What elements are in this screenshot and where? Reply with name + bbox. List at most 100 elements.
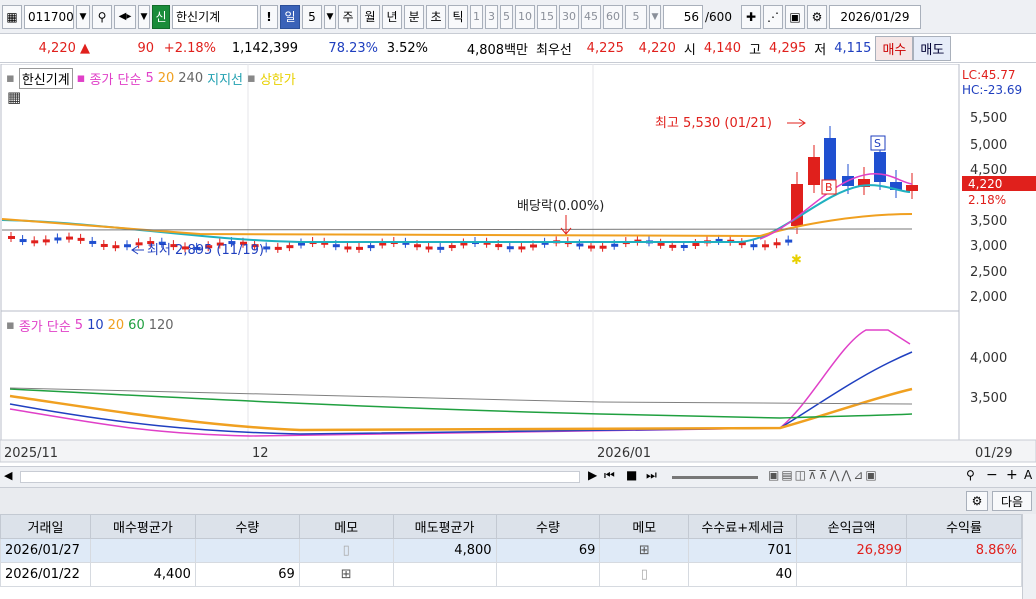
last-page-icon[interactable]: ⏭	[646, 468, 657, 483]
memo-edit-icon[interactable]: ⊞	[298, 562, 394, 587]
low-label: 저	[814, 43, 827, 58]
minute-30[interactable]: 30	[559, 4, 579, 29]
legend-ma10[interactable]: 10	[87, 318, 104, 333]
candle-body	[750, 244, 758, 248]
legend-support[interactable]: 지지선	[207, 69, 243, 88]
legend-ma-label[interactable]: 종가 단순	[89, 69, 141, 88]
legend-limit-up[interactable]: 상한가	[260, 69, 296, 88]
candle-body	[263, 246, 271, 250]
legend-ma-label[interactable]: 종가 단순	[19, 316, 71, 335]
legend-stock-name[interactable]: 한신기계	[18, 68, 73, 89]
period-week[interactable]: 주	[338, 4, 358, 29]
candle-body	[77, 237, 85, 241]
period-day[interactable]: 일	[280, 4, 300, 29]
minute-45[interactable]: 45	[581, 4, 601, 29]
chart-area[interactable]: 5,500 5,000 4,500 3,500 3,000 2,500 2,00…	[0, 64, 1036, 466]
gear-icon[interactable]: ⚙	[966, 491, 988, 511]
legend-box-icon: ▪	[6, 318, 15, 333]
table-row[interactable]: 2026/01/27 ▯ 4,800 69 ⊞ 701 26,899 8.86%	[0, 538, 1022, 563]
ma-y-tick-3500: 3,500	[970, 391, 1007, 406]
x-tick-2025-11: 2025/11	[4, 446, 58, 461]
zoom-out-icon[interactable]: −	[986, 467, 998, 483]
zoom-in-icon[interactable]: +	[1006, 467, 1018, 483]
legend-ma5[interactable]: 5	[145, 71, 153, 86]
memo-doc-icon[interactable]: ▯	[599, 562, 690, 587]
candle-body	[344, 246, 352, 250]
stock-chart[interactable]: 5,500 5,000 4,500 3,500 3,000 2,500 2,00…	[0, 64, 1036, 466]
current-price: 4,220 ▲	[38, 41, 90, 56]
sell-button[interactable]: 매도	[913, 36, 952, 61]
count-input[interactable]: 56	[663, 4, 703, 29]
candle-body	[414, 244, 421, 248]
minute-5[interactable]: 5	[500, 4, 513, 29]
gear-icon[interactable]: ⚙	[807, 4, 827, 29]
memo-edit-icon[interactable]: ⊞	[599, 538, 690, 563]
zoom-icon[interactable]: ⚲	[966, 468, 975, 482]
first-page-icon[interactable]: ⏮	[604, 468, 615, 483]
legend-ma60[interactable]: 60	[128, 318, 145, 333]
legend-ma20[interactable]: 20	[108, 318, 125, 333]
zoom-slider[interactable]	[672, 476, 758, 479]
minute-1[interactable]: 1	[470, 4, 483, 29]
prev-stock-icon[interactable]: ◀▸	[114, 4, 136, 29]
save-icon[interactable]: ▣	[785, 4, 805, 29]
candle-body	[874, 152, 886, 182]
col-trade-date: 거래일	[0, 514, 91, 539]
scroll-right-icon[interactable]: ▶	[588, 468, 597, 482]
scroll-track[interactable]	[20, 471, 580, 483]
candle-body	[437, 246, 445, 250]
interval-dropdown-icon[interactable]: ▼	[649, 4, 661, 29]
col-buy-avg: 매수평균가	[89, 514, 196, 539]
crosshair-icon[interactable]: ✚	[741, 4, 761, 29]
indicator-icon[interactable]: ⋰	[763, 4, 783, 29]
cell-sell-avg	[392, 562, 497, 587]
memo-doc-icon[interactable]: ▯	[298, 538, 394, 563]
period-dropdown-icon[interactable]: ▼	[324, 4, 336, 29]
period-day-count[interactable]: 5	[302, 4, 322, 29]
buy-button[interactable]: 매수	[875, 36, 914, 61]
trade-amount: 4,808백만	[466, 43, 528, 58]
candle-body	[19, 239, 27, 243]
interval-select[interactable]: 5	[625, 4, 647, 29]
legend-box-icon: ▪	[6, 71, 15, 86]
date-input[interactable]: 2026/01/29	[829, 4, 921, 29]
minute-10[interactable]: 10	[515, 4, 535, 29]
col-fee-tax: 수수료+제세금	[688, 514, 798, 539]
volume-ratio: 78.23%	[328, 41, 378, 56]
candle-body	[332, 244, 340, 248]
trade-panel-bar: ⚙ 다음	[0, 488, 1036, 514]
legend-ma240[interactable]: 240	[178, 71, 203, 86]
code-dropdown-icon[interactable]: ▼	[76, 4, 90, 29]
candle-body	[518, 246, 526, 250]
period-year[interactable]: 년	[382, 4, 402, 29]
cell-return: 8.86%	[906, 538, 1022, 563]
candle-body	[599, 245, 607, 249]
period-minute[interactable]: 분	[404, 4, 424, 29]
period-month[interactable]: 월	[360, 4, 380, 29]
legend-ma120[interactable]: 120	[149, 318, 174, 333]
period-second[interactable]: 초	[426, 4, 446, 29]
search-icon[interactable]: ⚲	[92, 4, 112, 29]
y-tick-5500: 5,500	[970, 111, 1007, 126]
font-size-icon[interactable]: A	[1024, 468, 1032, 482]
scroll-left-icon[interactable]: ◀	[4, 469, 12, 482]
quote-bar: 4,220 ▲ 90 +2.18% 1,142,399 78.23% 3.52%…	[0, 35, 1036, 63]
cell-date: 2026/01/27	[0, 538, 91, 563]
stop-icon[interactable]: ■	[626, 468, 637, 482]
alert-button[interactable]: !	[260, 4, 278, 29]
table-scrollbar[interactable]	[1022, 514, 1036, 599]
legend-ma20[interactable]: 20	[158, 71, 175, 86]
chart-menu-icon[interactable]: ▦	[2, 4, 22, 29]
drawing-tools-icon[interactable]: ▣▤◫⊼⊼⋀⋀⊿▣	[768, 468, 879, 482]
minute-3[interactable]: 3	[485, 4, 498, 29]
grid-table-icon[interactable]: ▦	[7, 88, 21, 106]
list-dropdown-icon[interactable]: ▼	[138, 4, 150, 29]
stock-code-input[interactable]: 011700	[24, 4, 74, 29]
next-button[interactable]: 다음	[992, 491, 1032, 511]
period-tick[interactable]: 틱	[448, 4, 468, 29]
cell-fee: 701	[688, 538, 798, 563]
legend-ma5[interactable]: 5	[75, 318, 83, 333]
minute-15[interactable]: 15	[537, 4, 557, 29]
table-row[interactable]: 2026/01/22 4,400 69 ⊞ ▯ 40	[0, 562, 1022, 587]
minute-60[interactable]: 60	[603, 4, 623, 29]
